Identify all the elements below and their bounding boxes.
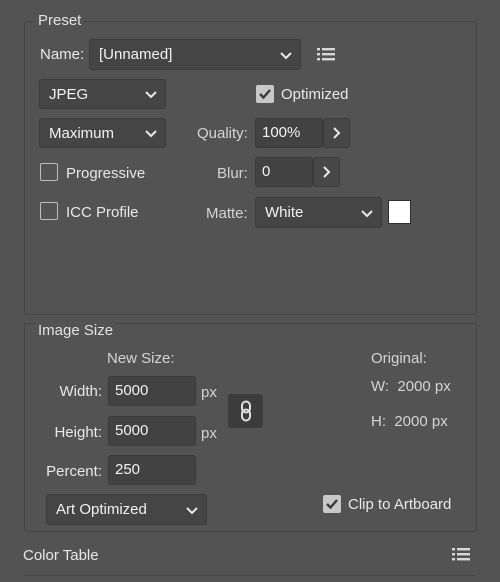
optimized-label: Optimized (281, 86, 349, 103)
format-dropdown[interactable]: JPEG (39, 79, 166, 109)
progressive-label: Progressive (66, 165, 146, 182)
width-input[interactable]: 5000 (108, 376, 196, 406)
matte-value: White (265, 204, 304, 221)
width-unit: px (201, 384, 217, 401)
list-menu-icon (317, 48, 335, 61)
percent-input[interactable]: 250 (108, 455, 196, 485)
blur-label: Blur: (217, 165, 248, 182)
format-value: JPEG (49, 85, 89, 103)
chevron-down-icon (361, 209, 373, 217)
chevron-down-icon (186, 506, 198, 514)
width-label: Width: (59, 383, 102, 400)
height-label: Height: (54, 424, 102, 441)
clip-to-artboard-label: Clip to Artboard (348, 496, 452, 513)
image-size-group-label: Image Size (36, 322, 116, 340)
preset-name-dropdown[interactable]: [Unnamed] (89, 39, 301, 70)
height-unit: px (201, 425, 217, 442)
preset-group-label: Preset (36, 12, 84, 30)
clip-to-artboard-checkbox[interactable] (323, 495, 341, 513)
chevron-down-icon (145, 91, 157, 99)
checkmark-icon (326, 499, 338, 510)
checkmark-icon (259, 89, 271, 100)
color-table-label: Color Table (23, 547, 99, 564)
chevron-right-icon (322, 166, 330, 178)
quality-slider-button[interactable] (323, 118, 350, 148)
resample-dropdown[interactable]: Art Optimized (46, 494, 207, 525)
optimized-checkbox[interactable] (256, 85, 274, 103)
percent-label: Percent: (46, 463, 102, 480)
resample-value: Art Optimized (56, 501, 147, 518)
constrain-proportions-toggle[interactable] (228, 394, 263, 428)
link-icon (240, 400, 251, 422)
matte-dropdown[interactable]: White (255, 197, 382, 228)
compression-dropdown[interactable]: Maximum (39, 118, 166, 148)
blur-input[interactable]: 0 (255, 157, 313, 187)
quality-label: Quality: (197, 125, 248, 142)
compression-value: Maximum (49, 124, 115, 142)
new-size-label: New Size: (107, 350, 175, 367)
chevron-down-icon (280, 51, 292, 59)
list-menu-icon (452, 548, 470, 561)
preset-name-value: [Unnamed] (99, 46, 173, 63)
matte-label: Matte: (206, 205, 248, 222)
blur-slider-button[interactable] (313, 157, 340, 187)
matte-color-swatch[interactable] (388, 200, 411, 224)
icc-profile-label: ICC Profile (66, 204, 139, 221)
original-label: Original: (371, 350, 427, 367)
original-height: H: 2000 px (371, 413, 448, 430)
quality-input[interactable]: 100% (255, 118, 323, 148)
preset-menu-button[interactable] (315, 44, 337, 64)
icc-profile-checkbox[interactable] (40, 202, 58, 220)
height-input[interactable]: 5000 (108, 416, 196, 446)
chevron-down-icon (145, 130, 157, 138)
progressive-checkbox[interactable] (40, 163, 58, 181)
name-label: Name: (40, 46, 85, 63)
original-width: W: 2000 px (371, 378, 451, 395)
color-table-menu-button[interactable] (450, 544, 472, 564)
chevron-right-icon (332, 127, 340, 139)
